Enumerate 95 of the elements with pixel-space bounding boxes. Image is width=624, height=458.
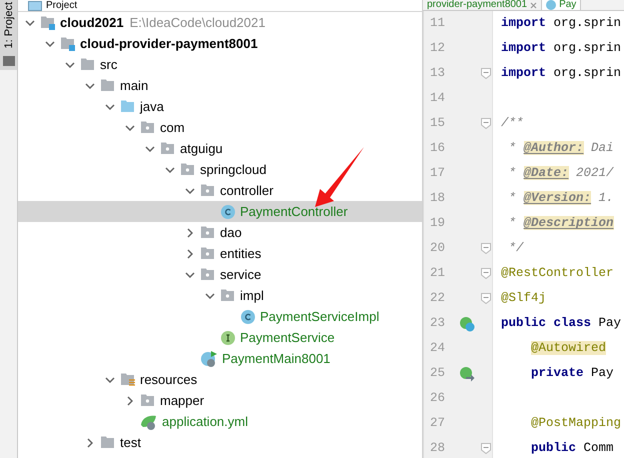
- code-line: @RestController: [500, 265, 614, 282]
- code-line: import org.sprin: [500, 65, 622, 82]
- line-number: 21: [429, 265, 446, 282]
- folder-icon: [120, 100, 136, 114]
- chevron-down-icon: [185, 272, 195, 278]
- close-icon: [530, 2, 538, 8]
- chevron-down-icon: [185, 188, 195, 194]
- line-number: 24: [429, 340, 446, 358]
- chevron-down-icon: [165, 166, 175, 172]
- tree-item[interactable]: springcloud: [18, 159, 422, 180]
- resources-folder-icon: [120, 372, 136, 386]
- panel-title[interactable]: Project: [46, 0, 78, 10]
- tree-item[interactable]: PaymentMain8001: [18, 348, 422, 369]
- line-number: 18: [429, 190, 446, 208]
- chevron-right-icon: [187, 248, 193, 258]
- code-line: @PostMapping: [530, 415, 622, 432]
- line-number: 11: [429, 15, 446, 32]
- package-folder-icon: [220, 288, 236, 302]
- line-number: 17: [429, 165, 446, 182]
- class-icon: [220, 204, 236, 220]
- module-folder-icon: [40, 16, 56, 30]
- package-folder-icon: [200, 268, 216, 282]
- tree-item[interactable]: PaymentController: [18, 201, 422, 222]
- line-number: 16: [429, 140, 446, 158]
- tree-item[interactable]: src: [18, 54, 422, 75]
- code-line: import org.sprin: [500, 40, 622, 58]
- tree-item[interactable]: impl: [18, 285, 422, 306]
- chevron-down-icon: [65, 62, 75, 68]
- package-folder-icon: [200, 246, 216, 260]
- line-number: 22: [429, 290, 446, 308]
- line-number: 12: [429, 40, 446, 58]
- line-number: 27: [429, 415, 446, 432]
- folder-icon: [2, 54, 14, 66]
- tree-item[interactable]: mapper: [18, 390, 422, 411]
- chevron-down-icon: [205, 292, 215, 298]
- line-number: 13: [429, 65, 446, 82]
- chevron-down-icon: [25, 20, 35, 26]
- bean-icon[interactable]: [459, 316, 475, 332]
- code-line: import org.sprin: [500, 15, 622, 32]
- line-number: 14: [429, 90, 446, 108]
- chevron-right-icon: [127, 396, 133, 406]
- tree-item[interactable]: dao: [18, 222, 422, 243]
- chevron-down-icon: [145, 146, 155, 152]
- tree-item[interactable]: main: [18, 75, 422, 96]
- class-icon: [240, 308, 256, 324]
- spring-class-icon: [200, 350, 218, 368]
- tree-item[interactable]: controller: [18, 180, 422, 201]
- package-folder-icon: [200, 184, 216, 198]
- tree-item[interactable]: resources: [18, 369, 422, 390]
- chevron-down-icon: [125, 124, 135, 130]
- code-line: /**: [500, 115, 524, 132]
- folder-icon: [100, 78, 116, 92]
- line-number: 26: [429, 390, 446, 408]
- editor-tab[interactable]: Pay: [542, 0, 582, 10]
- package-folder-icon: [160, 142, 176, 156]
- tree-item[interactable]: application.yml: [18, 411, 422, 432]
- chevron-down-icon: [105, 104, 115, 110]
- package-folder-icon: [140, 120, 156, 134]
- line-number: 23: [429, 315, 446, 332]
- module-folder-icon: [60, 36, 76, 50]
- line-number: 15: [429, 115, 446, 132]
- code-line: public class Pay: [500, 315, 622, 332]
- tool-window-tab[interactable]: 1: Project: [0, 0, 17, 70]
- tree-item[interactable]: PaymentServiceImpl: [18, 306, 422, 327]
- code-line: private Pay: [530, 365, 614, 382]
- tree-item[interactable]: test: [18, 432, 422, 453]
- tree-item[interactable]: cloud-provider-payment8001: [18, 33, 422, 54]
- tree-item[interactable]: cloud2021 E:\IdeaCode\cloud2021: [18, 12, 422, 33]
- line-number: 19: [429, 215, 446, 232]
- package-folder-icon: [140, 394, 156, 408]
- chevron-down-icon: [45, 40, 55, 46]
- line-number: 25: [429, 365, 446, 382]
- view-icon: [28, 0, 42, 10]
- chevron-right-icon: [87, 438, 93, 448]
- code-line: @Slf4j: [500, 290, 546, 308]
- folder-icon: [80, 58, 96, 72]
- package-folder-icon: [200, 226, 216, 240]
- package-folder-icon: [180, 162, 196, 176]
- chevron-right-icon: [187, 228, 193, 238]
- tree-item[interactable]: service: [18, 264, 422, 285]
- chevron-down-icon: [105, 376, 115, 382]
- interface-icon: [220, 330, 236, 346]
- tree-item[interactable]: com: [18, 117, 422, 138]
- bean-icon[interactable]: [459, 366, 475, 382]
- tree-item[interactable]: atguigu: [18, 138, 422, 159]
- folder-icon: [100, 436, 116, 450]
- code-line: */: [508, 240, 524, 258]
- line-number: 28: [429, 440, 446, 458]
- tree-item[interactable]: entities: [18, 243, 422, 264]
- tree-item[interactable]: java: [18, 96, 422, 117]
- class-icon: [546, 0, 556, 10]
- line-number: 20: [429, 240, 446, 258]
- code-line: public Comm: [530, 440, 614, 458]
- chevron-down-icon: [85, 82, 95, 88]
- tree-item[interactable]: PaymentService: [18, 327, 422, 348]
